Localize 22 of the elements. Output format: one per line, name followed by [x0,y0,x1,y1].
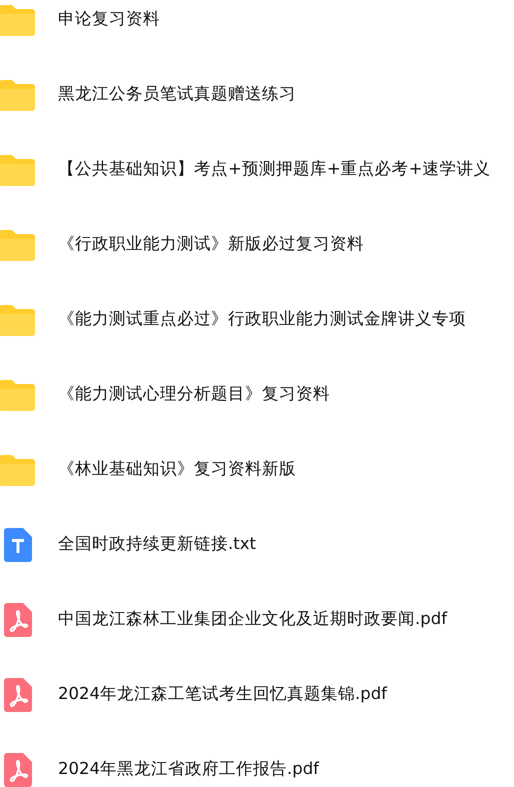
folder-icon [0,228,37,260]
pdf-file-icon [4,752,32,786]
file-name[interactable]: 《林业基础知识》复习资料新版 [58,457,296,482]
file-name[interactable]: 黑龙江公务员笔试真题赠送练习 [58,82,296,107]
pdf-file-icon [4,602,32,636]
file-name[interactable]: 《能力测试心理分析题目》复习资料 [58,382,330,407]
folder-icon [0,378,37,410]
folder-icon [0,4,37,36]
file-name[interactable]: 中国龙江森林工业集团企业文化及近期时政要闻.pdf [58,607,448,632]
file-name[interactable]: 申论复习资料 [58,7,160,32]
file-name[interactable]: 2024年龙江森工笔试考生回忆真题集锦.pdf [58,682,387,707]
file-name[interactable]: 【公共基础知识】考点+预测押题库+重点必考+速学讲义 [58,157,490,182]
folder-icon [0,78,37,110]
file-name[interactable]: 《行政职业能力测试》新版必过复习资料 [58,232,364,257]
file-name[interactable]: 2024年黑龙江省政府工作报告.pdf [58,757,319,782]
text-file-icon [4,528,32,562]
folder-icon [0,154,37,186]
folder-icon [0,454,37,486]
pdf-file-icon [4,678,32,712]
file-name[interactable]: 《能力测试重点必过》行政职业能力测试金牌讲义专项 [58,307,466,332]
folder-icon [0,304,37,336]
file-name[interactable]: 全国时政持续更新链接.txt [58,532,256,557]
